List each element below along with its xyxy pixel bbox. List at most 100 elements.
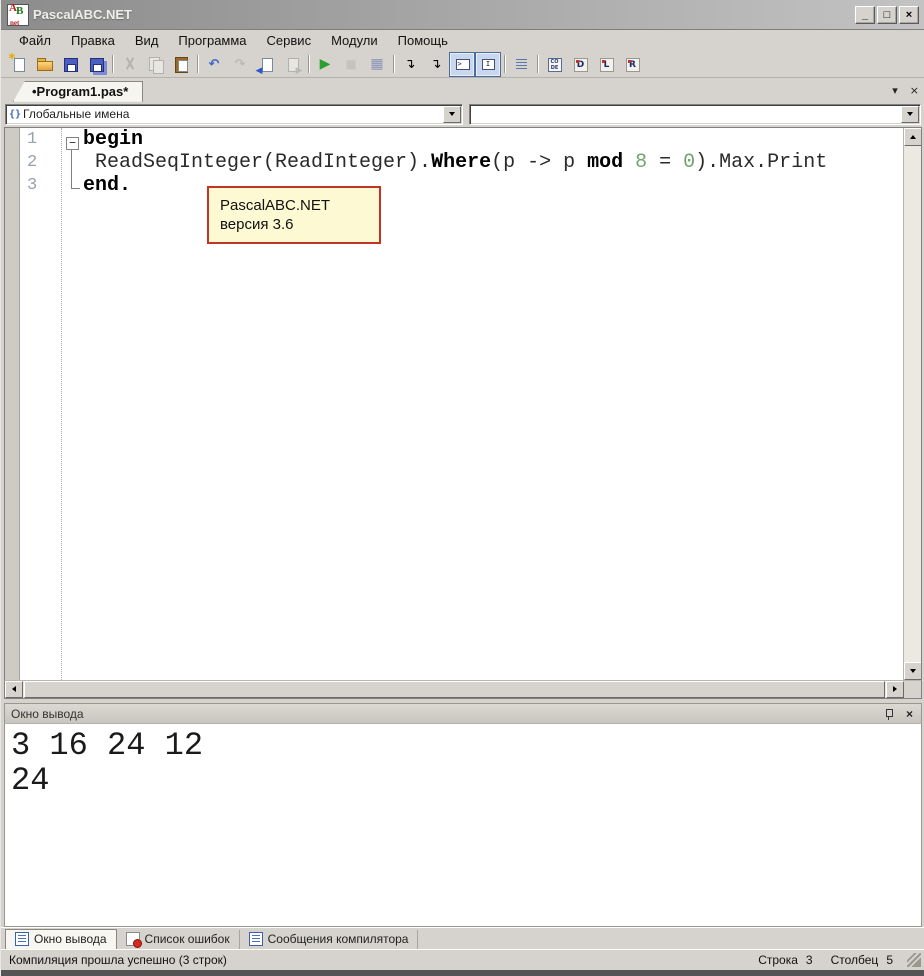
copy-icon (147, 56, 164, 74)
copy-button (142, 52, 168, 77)
fold-collapse-box[interactable]: − (66, 137, 79, 151)
menu-item-Программа[interactable]: Программа (168, 31, 256, 50)
tab-close-button[interactable]: × (908, 84, 921, 97)
toolbar-separator (537, 55, 538, 74)
menu-item-Правка[interactable]: Правка (61, 31, 125, 50)
output-panel-title: Окно вывода (11, 706, 84, 721)
pin-icon[interactable] (884, 708, 894, 720)
close-button[interactable]: × (899, 5, 919, 24)
code-token: = (647, 151, 684, 175)
code-line[interactable]: end. (83, 174, 901, 197)
console-icon: > (454, 56, 471, 73)
status-bar: Компиляция прошла успешно (3 строк) Стро… (1, 948, 924, 971)
code-token: mod (587, 151, 624, 175)
scroll-up-button[interactable] (904, 128, 921, 147)
arrow-left-icon (9, 686, 16, 693)
code-token: ).Max.Print (695, 151, 828, 175)
member-combobox[interactable] (469, 103, 921, 125)
app-window: A B net PascalABC.NET _ □ × Файл Правка Ви… (0, 0, 924, 976)
toolbar-separator (197, 55, 198, 74)
window-title: PascalABC.NET (33, 7, 132, 23)
editor-hscrollbar[interactable] (4, 679, 922, 699)
show-debug-window-button[interactable]: D (567, 52, 593, 77)
scissors-icon (121, 56, 138, 73)
outdent-region-button[interactable]: ↴ (423, 52, 449, 77)
status-col-label: Столбец (830, 952, 879, 967)
scrollbar-corner (904, 680, 921, 698)
compile-button[interactable]: ▦ (364, 52, 390, 77)
menu-item-Модули[interactable]: Модули (321, 31, 388, 50)
save-button[interactable] (57, 52, 83, 77)
code-token: Where (431, 151, 492, 175)
bottom-tab-active[interactable]: Окно вывода (5, 928, 117, 949)
line-number: 2 (27, 153, 38, 173)
bottom-tab-bar: Окно вывода Список ошибок Сообщения компил… (1, 927, 924, 949)
maximize-button[interactable]: □ (877, 5, 897, 24)
member-combobox-dropdown-button[interactable] (901, 105, 919, 123)
save-all-button[interactable] (83, 52, 109, 77)
tab-strip-buttons: ▾ × (890, 78, 921, 101)
nav-back-button[interactable]: ◀ (253, 52, 279, 77)
code-editor[interactable]: 1 2 3 − begin ReadSeqInteger(ReadInteger).… (4, 127, 922, 680)
textbox-icon: I (480, 56, 497, 73)
scope-combobox-dropdown-button[interactable] (443, 105, 461, 123)
minimize-button[interactable]: _ (855, 5, 875, 24)
code-line[interactable]: begin (83, 128, 901, 151)
menu-item-Сервис[interactable]: Сервис (257, 31, 322, 50)
fold-line (71, 149, 72, 189)
show-watch-window-button[interactable]: R (619, 52, 645, 77)
menu-item-Файл[interactable]: Файл (9, 31, 61, 50)
new-file-button[interactable] (5, 52, 31, 77)
hscroll-track[interactable] (23, 680, 886, 698)
version-tooltip: PascalABC.NET версия 3.6 (207, 186, 381, 245)
bottom-tab-label: Сообщения компилятора (267, 932, 409, 947)
folder-icon (36, 56, 53, 73)
menu-item-Вид[interactable]: Вид (125, 31, 169, 50)
list-icon (15, 932, 29, 947)
resize-grip[interactable] (907, 952, 921, 967)
scroll-down-button[interactable] (904, 661, 921, 680)
scroll-right-button[interactable] (886, 680, 904, 698)
hscroll-thumb[interactable] (24, 680, 885, 698)
line-number-gutter: 1 2 3 (20, 128, 60, 197)
page-back-icon: ◀ (256, 56, 275, 76)
editor-tab[interactable]: •Program1.pas* (13, 80, 144, 102)
menu-item-Помощь[interactable]: Помощь (388, 31, 458, 50)
scope-combobox[interactable]: {} Глобальные имена (5, 103, 463, 125)
code-templates-button[interactable]: CODE (541, 52, 567, 77)
bottom-tab-label: Список ошибок (144, 932, 230, 947)
code-text[interactable]: begin ReadSeqInteger(ReadInteger).Where(… (83, 128, 901, 197)
show-local-vars-button[interactable]: L (593, 52, 619, 77)
tab-list-dropdown-button[interactable]: ▾ (890, 84, 900, 97)
scroll-left-button[interactable] (5, 680, 23, 698)
input-panel-toggle[interactable]: I (475, 51, 501, 77)
format-code-button[interactable] (508, 52, 534, 77)
bottom-tab-inactive[interactable]: Список ошибок (117, 929, 240, 949)
code-line[interactable]: ReadSeqInteger(ReadInteger).Where(p -> p… (83, 151, 901, 174)
breakpoint-margin[interactable] (5, 128, 20, 680)
undo-button[interactable]: ↶ (201, 52, 227, 77)
redo-button: ↷ (227, 52, 253, 77)
output-line: 24 (11, 762, 50, 800)
letter-L-icon: L (598, 56, 615, 73)
editor-vscrollbar[interactable] (903, 128, 921, 680)
menu-bar: Файл Правка Вид Программа Сервис Модули Помощь (1, 30, 924, 51)
output-line: 3 16 24 12 (11, 727, 204, 765)
editor-tab-strip: •Program1.pas* ▾ × (1, 78, 924, 102)
scope-combobox-value: Глобальные имена (23, 107, 130, 122)
status-line-value: 3 (805, 952, 813, 967)
editor-tabs: •Program1.pas* (5, 80, 144, 102)
bottom-tab-inactive[interactable]: Сообщения компилятора (240, 929, 419, 949)
status-message: Компиляция прошла успешно (3 строк) (9, 952, 227, 967)
run-button[interactable]: ▶ (312, 52, 338, 77)
paste-button[interactable] (168, 52, 194, 77)
open-file-button[interactable] (31, 52, 57, 77)
output-close-button[interactable]: × (904, 707, 915, 721)
code-token: 8 (635, 151, 648, 175)
output-console[interactable]: 3 16 24 12 24 (4, 724, 922, 928)
indent-region-button[interactable]: ↴ (397, 52, 423, 77)
stop-button: ■ (338, 52, 364, 77)
letter-D-icon: D (572, 56, 589, 73)
navigator-row: {} Глобальные имена (1, 101, 924, 128)
console-toggle[interactable]: > (449, 51, 475, 77)
